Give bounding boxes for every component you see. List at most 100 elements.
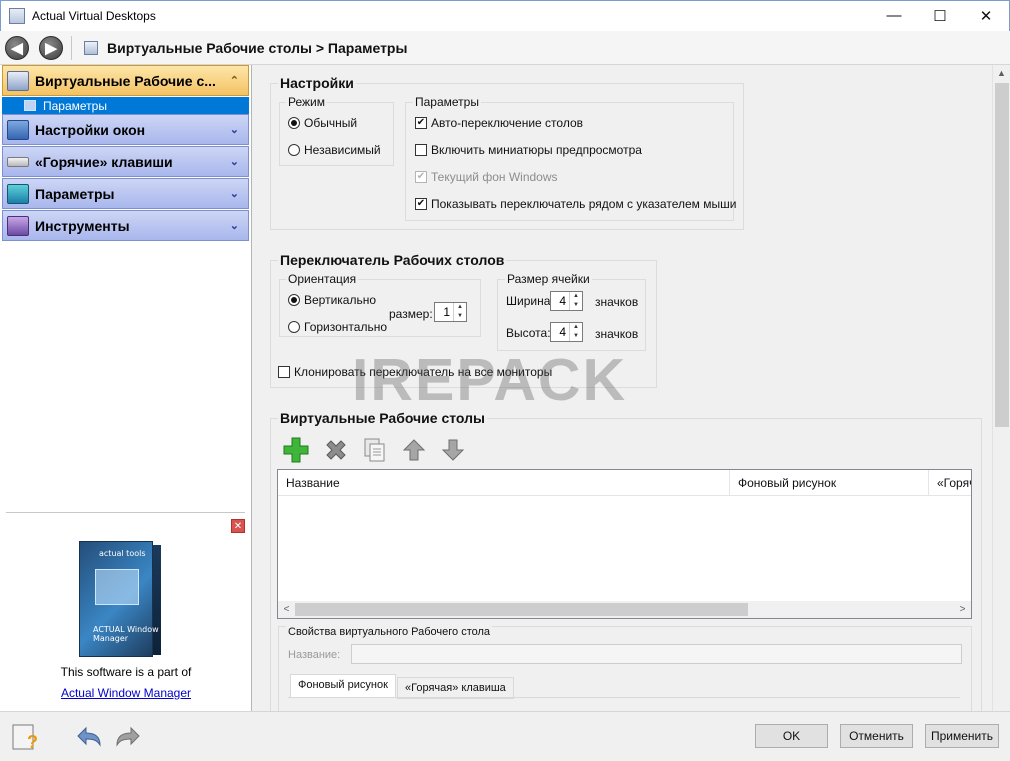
thumbnails-checkbox[interactable]: Включить миниатюры предпросмотра [415,143,642,157]
checkbox[interactable]: ✔ [415,198,427,210]
radio-button[interactable] [288,321,300,333]
add-icon[interactable] [281,435,311,465]
radio-button[interactable] [288,117,300,129]
copy-icon[interactable] [360,435,390,465]
name-field[interactable] [351,644,962,664]
cell-width-spinner[interactable]: 4 ▲ ▼ [550,291,583,311]
mode-normal-label: Обычный [304,116,358,130]
clone-monitors-checkbox[interactable]: Клонировать переключатель на все монитор… [278,365,552,379]
auto-switch-checkbox[interactable]: ✔ Авто-переключение столов [415,116,583,130]
spinner-down-icon[interactable]: ▼ [454,312,466,321]
settings-panel: Настройки Режим Обычный Независимый Пара… [253,65,992,711]
move-down-icon[interactable] [438,435,468,465]
chevron-down-icon[interactable]: ⌄ [230,123,239,136]
sidebar-section-hotkeys[interactable]: «Горячие» клавиши ⌄ [2,146,249,177]
ok-button[interactable]: OK [755,724,828,748]
params-group-legend: Параметры [413,95,481,109]
spinner-down-icon[interactable]: ▼ [570,301,582,310]
desktops-group-title: Виртуальные Рабочие столы [278,410,487,426]
cell-width-label: Ширина: [506,294,554,308]
size-label: размер: [389,307,433,321]
tab-background[interactable]: Фоновый рисунок [290,674,396,698]
chevron-down-icon[interactable]: ⌄ [230,155,239,168]
show-near-pointer-label: Показывать переключатель рядом с указате… [431,197,737,211]
tab-hotkey[interactable]: «Горячая» клавиша [397,677,514,699]
chevron-down-icon[interactable]: ⌄ [230,187,239,200]
delete-icon[interactable] [321,435,351,465]
chevron-up-icon[interactable]: ⌃ [230,74,239,87]
forward-button[interactable]: ▶ [39,35,63,60]
spinner-buttons[interactable]: ▲ ▼ [569,292,582,310]
column-header-background[interactable]: Фоновый рисунок [730,470,929,495]
sidebar-section-label: Параметры [35,185,115,202]
sidebar-item-parameters[interactable]: Параметры [2,97,249,114]
scrollbar-thumb[interactable] [295,603,748,616]
auto-switch-label: Авто-переключение столов [431,116,584,130]
box-artwork [95,569,139,605]
sidebar-section-virtual-desktops[interactable]: Виртуальные Рабочие с... ⌃ [2,65,249,96]
settings-group-title: Настройки [278,75,356,91]
keyboard-icon [7,156,29,167]
checkbox[interactable] [415,144,427,156]
sidebar-section-parameters[interactable]: Параметры ⌄ [2,178,249,209]
cancel-button[interactable]: Отменить [840,724,913,748]
minimize-button[interactable]: — [871,1,917,31]
clone-monitors-label: Клонировать переключатель на все монитор… [294,365,553,379]
size-value[interactable]: 1 [435,303,453,321]
mode-independent-radio[interactable]: Независимый [288,143,381,157]
tab-content-divider [288,697,960,698]
scrollbar-thumb[interactable] [995,83,1009,427]
cell-width-value[interactable]: 4 [551,292,569,310]
apply-button[interactable]: Применить [925,724,999,748]
windows-background-label: Текущий фон Windows [431,170,558,184]
close-promo-icon[interactable]: ✕ [231,519,245,533]
cell-height-spinner[interactable]: 4 ▲ ▼ [550,322,583,342]
checkbox[interactable] [278,366,290,378]
cell-height-unit: значков [595,327,639,341]
size-spinner[interactable]: 1 ▲ ▼ [434,302,467,322]
divider [6,512,245,513]
navigation-bar: ◀ ▶ Виртуальные Рабочие столы > Параметр… [0,31,1010,65]
column-header-name[interactable]: Название [278,470,730,495]
sidebar-section-tools[interactable]: Инструменты ⌄ [2,210,249,241]
desktops-list[interactable]: Название Фоновый рисунок «Горяч < > [277,469,972,619]
sidebar-section-window-settings[interactable]: Настройки окон ⌄ [2,114,249,145]
undo-icon[interactable] [74,722,104,752]
vertical-scrollbar[interactable]: ▲ [992,65,1010,711]
scroll-left-icon[interactable]: < [278,601,295,618]
sidebar-section-label: Инструменты [35,217,130,234]
window-title: Actual Virtual Desktops [32,9,156,23]
orientation-group-legend: Ориентация [286,272,359,286]
radio-button[interactable] [288,294,300,306]
show-near-pointer-checkbox[interactable]: ✔ Показывать переключатель рядом с указа… [415,197,736,211]
maximize-button[interactable]: ☐ [917,1,963,31]
checkbox[interactable]: ✔ [415,117,427,129]
chevron-down-icon[interactable]: ⌄ [230,219,239,232]
scroll-up-icon[interactable]: ▲ [993,65,1010,82]
spinner-up-icon[interactable]: ▲ [570,323,582,332]
move-up-icon[interactable] [399,435,429,465]
spinner-up-icon[interactable]: ▲ [454,303,466,312]
spinner-up-icon[interactable]: ▲ [570,292,582,301]
horizontal-scrollbar[interactable]: < > [278,601,971,618]
orientation-vertical-radio[interactable]: Вертикально [288,293,376,307]
name-label: Название: [288,649,341,661]
mode-group-legend: Режим [286,95,327,109]
promo-link[interactable]: Actual Window Manager [0,686,252,700]
cell-height-value[interactable]: 4 [551,323,569,341]
spinner-buttons[interactable]: ▲ ▼ [569,323,582,341]
spinner-down-icon[interactable]: ▼ [570,332,582,341]
product-box-image: actual tools ACTUAL Window Manager [79,541,161,657]
radio-button[interactable] [288,144,300,156]
column-header-hotkey[interactable]: «Горяч [929,470,971,495]
spinner-buttons[interactable]: ▲ ▼ [453,303,466,321]
mode-normal-radio[interactable]: Обычный [288,116,357,130]
sidebar-section-label: Настройки окон [35,121,146,138]
close-button[interactable]: ✕ [963,1,1009,31]
switcher-group-title: Переключатель Рабочих столов [278,252,507,268]
scroll-right-icon[interactable]: > [954,601,971,618]
back-button[interactable]: ◀ [5,35,29,60]
orientation-horizontal-radio[interactable]: Горизонтально [288,320,387,334]
help-icon[interactable]: ? [12,722,42,752]
redo-icon[interactable] [113,722,143,752]
